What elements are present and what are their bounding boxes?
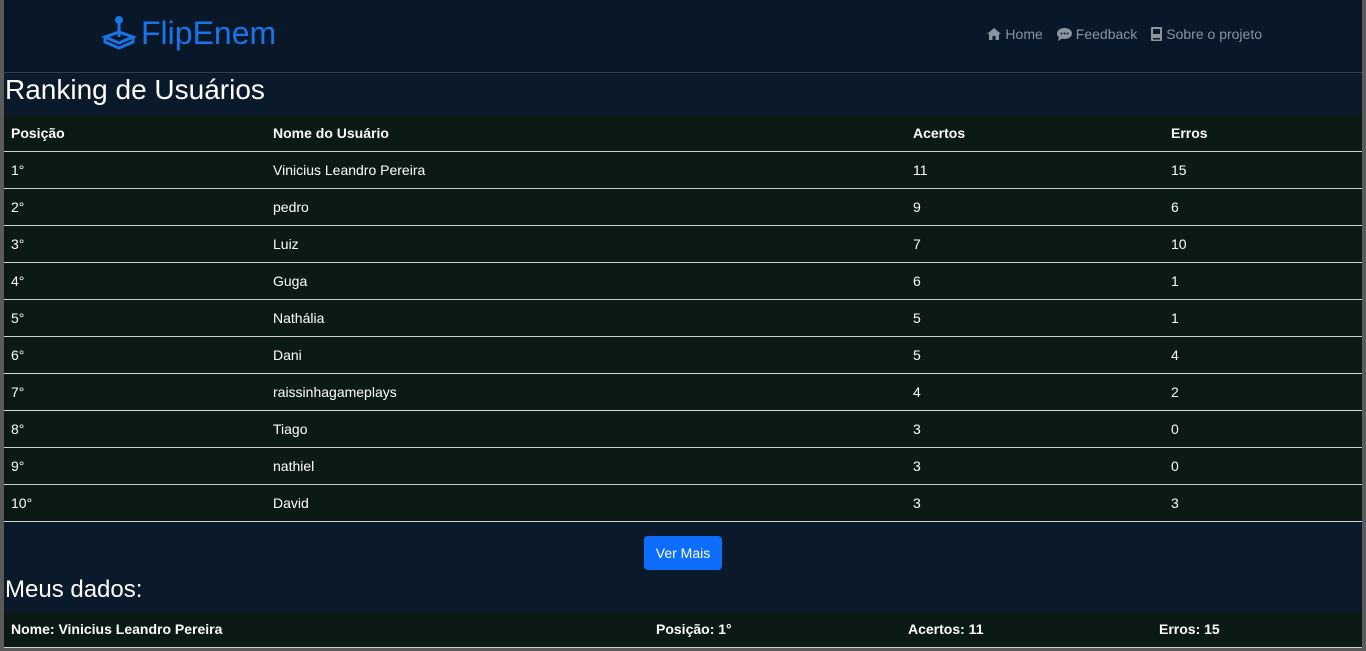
table-row: 7° raissinhagameplays 4 2 — [4, 373, 1362, 411]
my-data-row: Nome: Vinicius Leandro Pereira Posição: … — [4, 611, 1362, 648]
cell-position: 5° — [4, 299, 266, 337]
table-row: 10° David 3 3 — [4, 484, 1362, 522]
header-acertos: Acertos — [906, 115, 1164, 152]
table-row: 2° pedro 9 6 — [4, 188, 1362, 226]
ranking-title: Ranking de Usuários — [5, 74, 265, 105]
cell-name: Luiz — [266, 225, 906, 263]
cell-name: pedro — [266, 188, 906, 226]
brand-name: FlipEnem — [141, 15, 277, 51]
my-data-table: Nome: Vinicius Leandro Pereira Posição: … — [4, 611, 1362, 648]
table-row: 5° Nathália 5 1 — [4, 299, 1362, 337]
cell-acertos: 11 — [906, 151, 1164, 189]
my-acertos: Acertos: 11 — [901, 611, 1152, 648]
header-erros: Erros — [1164, 115, 1362, 152]
cell-erros: 1 — [1164, 299, 1362, 337]
cell-erros: 0 — [1164, 410, 1362, 448]
nav-home-label: Home — [1005, 26, 1043, 42]
cell-position: 4° — [4, 262, 266, 300]
cell-position: 7° — [4, 373, 266, 411]
cell-acertos: 5 — [906, 336, 1164, 374]
home-icon — [987, 28, 1002, 40]
ranking-table: Posição Nome do Usuário Acertos Erros 1°… — [4, 115, 1362, 522]
more-button-wrap: Ver Mais — [4, 535, 1362, 570]
table-row: 8° Tiago 3 0 — [4, 410, 1362, 448]
cell-acertos: 5 — [906, 299, 1164, 337]
table-row: 6° Dani 5 4 — [4, 336, 1362, 374]
navbar: FlipEnem Home Feedback Sobre o projeto — [4, 0, 1362, 73]
cell-acertos: 3 — [906, 447, 1164, 485]
nav-feedback[interactable]: Feedback — [1056, 26, 1138, 42]
cell-erros: 6 — [1164, 188, 1362, 226]
cell-name: Vinicius Leandro Pereira — [266, 151, 906, 189]
ver-mais-button[interactable]: Ver Mais — [643, 535, 723, 570]
joystick-icon — [100, 16, 138, 50]
cell-erros: 1 — [1164, 262, 1362, 300]
table-header-row: Posição Nome do Usuário Acertos Erros — [4, 115, 1362, 152]
cell-erros: 0 — [1164, 447, 1362, 485]
page: FlipEnem Home Feedback Sobre o projeto R… — [4, 0, 1362, 648]
cell-name: Dani — [266, 336, 906, 374]
my-position: Posição: 1° — [649, 611, 901, 648]
header-name: Nome do Usuário — [266, 115, 906, 152]
table-row: 3° Luiz 7 10 — [4, 225, 1362, 263]
cell-erros: 3 — [1164, 484, 1362, 522]
my-name: Nome: Vinicius Leandro Pereira — [4, 611, 649, 648]
cell-erros: 4 — [1164, 336, 1362, 374]
cell-name: Guga — [266, 262, 906, 300]
cell-position: 9° — [4, 447, 266, 485]
cell-name: Tiago — [266, 410, 906, 448]
cell-acertos: 9 — [906, 188, 1164, 226]
brand-logo[interactable]: FlipEnem — [99, 13, 276, 53]
cell-acertos: 3 — [906, 484, 1164, 522]
cell-erros: 10 — [1164, 225, 1362, 263]
nav-feedback-label: Feedback — [1075, 26, 1138, 42]
cell-acertos: 6 — [906, 262, 1164, 300]
cell-position: 10° — [4, 484, 266, 522]
cell-erros: 15 — [1164, 151, 1362, 189]
book-icon — [1151, 27, 1163, 41]
nav-home[interactable]: Home — [987, 26, 1043, 42]
cell-position: 6° — [4, 336, 266, 374]
cell-acertos: 7 — [906, 225, 1164, 263]
cell-position: 1° — [4, 151, 266, 189]
cell-position: 2° — [4, 188, 266, 226]
nav-about[interactable]: Sobre o projeto — [1151, 26, 1262, 42]
cell-name: nathiel — [266, 447, 906, 485]
header-position: Posição — [4, 115, 266, 152]
table-row: 9° nathiel 3 0 — [4, 447, 1362, 485]
cell-name: Nathália — [266, 299, 906, 337]
nav-links: Home Feedback Sobre o projeto — [987, 26, 1262, 42]
table-row: 4° Guga 6 1 — [4, 262, 1362, 300]
my-erros: Erros: 15 — [1152, 611, 1362, 648]
chat-icon — [1056, 27, 1072, 41]
cell-acertos: 3 — [906, 410, 1164, 448]
cell-acertos: 4 — [906, 373, 1164, 411]
table-row: 1° Vinicius Leandro Pereira 11 15 — [4, 151, 1362, 189]
cell-position: 8° — [4, 410, 266, 448]
my-data-title: Meus dados: — [5, 575, 143, 603]
cell-position: 3° — [4, 225, 266, 263]
cell-name: David — [266, 484, 906, 522]
cell-erros: 2 — [1164, 373, 1362, 411]
nav-about-label: Sobre o projeto — [1166, 26, 1262, 42]
cell-name: raissinhagameplays — [266, 373, 906, 411]
